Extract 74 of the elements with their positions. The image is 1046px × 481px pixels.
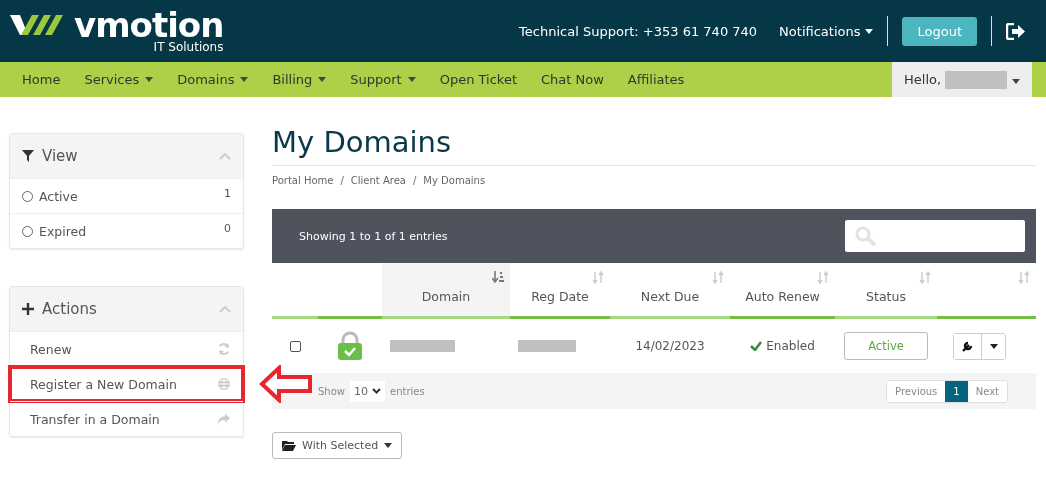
nav-item[interactable]: Chat Now — [529, 62, 616, 97]
panel-title: View — [42, 147, 78, 165]
caret-icon — [384, 443, 393, 448]
plus-icon — [22, 303, 34, 315]
nav-item[interactable]: Home — [10, 62, 73, 97]
notifications-menu[interactable]: Notifications — [779, 23, 874, 39]
logout-icon[interactable] — [1006, 22, 1026, 40]
action-link[interactable]: Renew — [10, 331, 243, 366]
sort-icon[interactable] — [919, 271, 931, 284]
filter-label: Expired — [39, 223, 87, 239]
breadcrumb-link[interactable]: Client Area — [350, 175, 406, 186]
redaction-bar — [518, 340, 576, 352]
action-link[interactable]: Transfer in a Domain — [10, 401, 243, 436]
nav-item[interactable]: Support — [338, 62, 428, 97]
chevron-icon — [372, 388, 381, 394]
filter-count: 1 — [224, 187, 231, 200]
nav-item[interactable]: Services — [72, 62, 166, 97]
with-selected-button[interactable]: With Selected — [272, 432, 403, 459]
search-icon — [855, 226, 877, 246]
caret-icon — [1012, 79, 1020, 84]
sort-icon[interactable] — [712, 271, 724, 284]
folder-icon — [282, 440, 296, 451]
filter-item[interactable]: Active 1 — [10, 178, 243, 213]
nav-item[interactable]: Domains — [165, 62, 261, 97]
nav-item[interactable]: Affiliates — [615, 62, 697, 97]
column-header[interactable]: Domain — [382, 263, 510, 319]
dropdown-button[interactable] — [981, 333, 1005, 359]
filter-item[interactable]: Expired 0 — [10, 213, 243, 248]
caret-icon — [989, 343, 998, 349]
breadcrumb-separator: / — [413, 175, 417, 186]
page-button[interactable]: 1 — [945, 380, 968, 402]
actions-panel-header[interactable]: Actions — [10, 287, 243, 331]
redaction-bar — [390, 340, 455, 352]
logo-text: vmotion — [74, 8, 224, 42]
length-label: entries — [390, 385, 425, 397]
search-field[interactable] — [845, 220, 1025, 252]
sort-icon[interactable] — [817, 271, 829, 284]
sort-icon[interactable] — [1018, 271, 1030, 284]
support-phone: Technical Support: +353 61 740 740 — [519, 23, 758, 39]
share-arrow-icon — [217, 412, 231, 426]
breadcrumb-link[interactable]: My Domains — [423, 175, 486, 186]
entries-info: Showing 1 to 1 of 1 entries — [299, 229, 448, 243]
user-menu[interactable]: Hello, — [892, 62, 1032, 97]
breadcrumb-link[interactable]: Portal Home — [272, 175, 334, 186]
view-panel-header[interactable]: View — [10, 134, 243, 178]
caret-icon — [865, 28, 874, 34]
wrench-icon — [961, 340, 974, 352]
page-size-select[interactable]: 10 — [350, 380, 385, 402]
page-title: My Domains — [272, 125, 1036, 166]
nav-item[interactable]: Billing — [260, 62, 339, 97]
filter-icon — [22, 150, 34, 162]
check-icon — [750, 341, 763, 351]
status-label: Active — [844, 332, 928, 360]
panel-title: Actions — [42, 300, 97, 318]
radio-icon[interactable] — [22, 190, 33, 202]
logo-tagline: IT Solutions — [153, 40, 224, 54]
filter-label: Active — [39, 188, 78, 204]
radio-icon[interactable] — [22, 225, 33, 237]
redaction-bar — [945, 70, 1008, 89]
row-checkbox[interactable] — [289, 340, 301, 352]
next-page-button[interactable]: Next — [967, 380, 1007, 402]
chevron-icon[interactable] — [219, 305, 231, 313]
sort-icon[interactable] — [592, 271, 604, 284]
globe-icon — [217, 377, 231, 391]
sort-ascending-icon[interactable] — [492, 271, 504, 284]
nav-item[interactable]: Open Ticket — [427, 62, 529, 97]
table-cell-text: 14/02/2023 — [634, 338, 706, 355]
filter-count: 0 — [224, 222, 231, 235]
refresh-icon — [217, 342, 231, 356]
previous-page-button[interactable]: Previous — [887, 380, 946, 402]
breadcrumb-separator: / — [340, 175, 344, 186]
length-label: Show — [318, 385, 345, 397]
chevron-icon[interactable] — [219, 152, 231, 160]
auto-renew-status: Enabled — [766, 339, 815, 353]
